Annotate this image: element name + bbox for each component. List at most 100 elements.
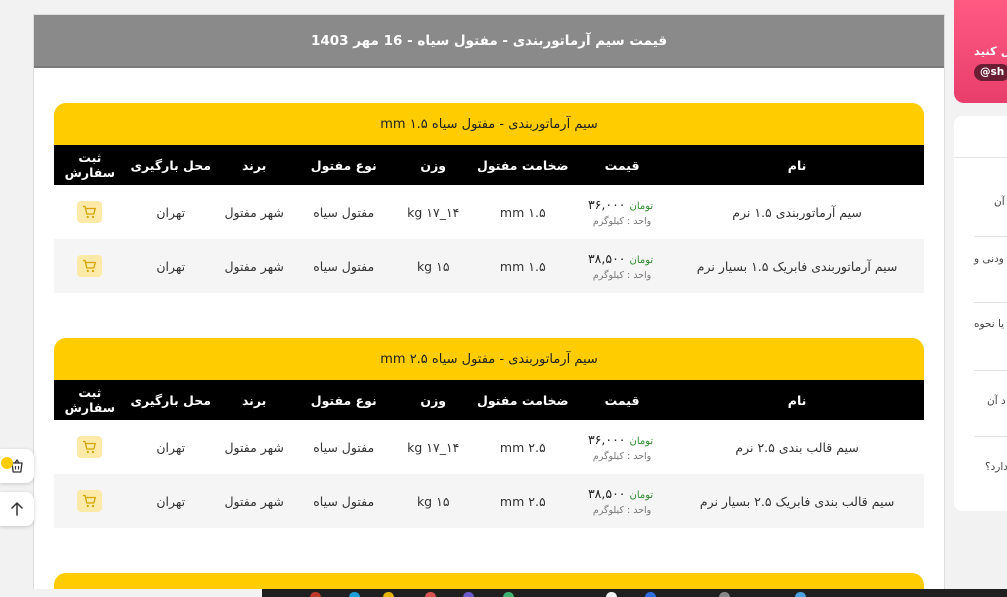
add-to-cart-button[interactable]: [77, 255, 103, 277]
basket-button[interactable]: [0, 449, 34, 483]
faq-item[interactable]: یا نحوه: [954, 318, 1007, 330]
add-to-cart-button[interactable]: [77, 490, 103, 512]
taskbar-app-icon[interactable]: [349, 592, 360, 597]
price-table: نام قیمت ضخامت مفتول وزن نوع مفتول برند …: [54, 145, 924, 293]
price-value: ۳۶,۰۰۰: [587, 432, 626, 447]
taskbar-app-icon[interactable]: [463, 592, 474, 597]
col-location: محل بارگیری: [125, 380, 216, 420]
page: قیمت سیم آرماتوربندی - مفتول سیاه - 16 م…: [0, 0, 1007, 597]
order-cell: [54, 239, 126, 293]
weight: ۱۴_۱۷ kg: [407, 204, 460, 220]
cart-icon: [83, 205, 97, 219]
thickness: ۱.۵ mm: [499, 204, 546, 220]
price-unit: واحد : کیلوگرم: [592, 451, 652, 462]
taskbar-app-icon[interactable]: [606, 592, 617, 597]
arrow-up-icon: [11, 502, 23, 516]
faq-item[interactable]: د آن: [954, 395, 1007, 407]
price-currency: تومان: [629, 436, 654, 447]
promo-text: ال کنید: [974, 44, 1007, 58]
divider: [974, 302, 1007, 303]
price-unit: واحد : کیلوگرم: [592, 505, 652, 516]
col-weight: وزن: [394, 380, 472, 420]
col-price: قیمت: [573, 380, 671, 420]
price-value: ۳۸,۵۰۰: [587, 486, 626, 501]
table-title: سیم آرماتوربندی - مفتول سیاه ۱.۵ mm: [54, 103, 924, 145]
thickness: ۱.۵ mm: [471, 239, 574, 293]
price-currency: تومان: [629, 490, 654, 501]
taskbar-app-icon[interactable]: [425, 592, 436, 597]
location: تهران: [125, 474, 216, 528]
taskbar-search-area[interactable]: [0, 589, 262, 597]
order-cell: [54, 420, 126, 474]
price-cell: تومان ۳۸,۵۰۰ واحد : کیلوگرم: [573, 239, 671, 293]
page-title: قیمت سیم آرماتوربندی - مفتول سیاه - 16 م…: [34, 15, 944, 68]
wire-type: مفتول سیاه: [292, 239, 395, 293]
col-brand: برند: [215, 380, 293, 420]
col-order: ثبت سفارش: [54, 380, 126, 420]
price-unit: واحد : کیلوگرم: [592, 216, 652, 227]
price-value: ۳۶,۰۰۰: [587, 197, 626, 212]
price-unit: واحد : کیلوگرم: [592, 270, 652, 281]
order-cell: [54, 185, 126, 239]
taskbar-app-icon[interactable]: [645, 592, 656, 597]
add-to-cart-button[interactable]: [77, 436, 103, 458]
scroll-top-button[interactable]: [0, 492, 34, 526]
price-table-1: سیم آرماتوربندی - مفتول سیاه ۱.۵ mm نام …: [54, 103, 924, 293]
divider: [974, 436, 1007, 437]
col-price: قیمت: [573, 145, 671, 185]
weight: ۱۵ kg: [394, 474, 472, 528]
cart-icon: [83, 494, 97, 508]
product-name: سیم قالب بندی ۲.۵ نرم: [735, 439, 859, 455]
col-name: نام: [670, 145, 924, 185]
wire-type: مفتول سیاه: [313, 204, 375, 220]
brand: شهر مفتول: [224, 204, 284, 220]
col-weight: وزن: [394, 145, 472, 185]
product-name: سیم آرماتوربندی ۱.۵ نرم: [732, 204, 862, 220]
thickness: ۲.۵ mm: [471, 474, 574, 528]
table-row: سیم آرماتوربندی ۱.۵ نرم تومان ۳۶,۰۰۰ واح…: [54, 185, 924, 239]
price-cell: تومان ۳۶,۰۰۰ واحد : کیلوگرم: [574, 185, 670, 239]
brand: شهر مفتول: [215, 239, 293, 293]
price-cell: تومان ۳۶,۰۰۰ واحد : کیلوگرم: [574, 420, 670, 474]
faq-item[interactable]: آن: [954, 196, 1007, 208]
taskbar-app-icon[interactable]: [795, 592, 806, 597]
taskbar-app-icon[interactable]: [310, 592, 321, 597]
location: تهران: [156, 439, 186, 455]
location: تهران: [156, 204, 186, 220]
promo-handle: @sh: [974, 64, 1007, 81]
taskbar-app-icon[interactable]: [719, 592, 730, 597]
taskbar-app-icon[interactable]: [383, 592, 394, 597]
add-to-cart-button[interactable]: [77, 201, 103, 223]
col-order: ثبت سفارش: [54, 145, 126, 185]
location: تهران: [125, 239, 216, 293]
faq-item[interactable]: دارد؟: [954, 461, 1007, 473]
faq-header: [954, 116, 1007, 158]
wire-type: مفتول سیاه: [313, 439, 375, 455]
price-card: قیمت سیم آرماتوربندی - مفتول سیاه - 16 م…: [33, 14, 945, 597]
table-header-row: نام قیمت ضخامت مفتول وزن نوع مفتول برند …: [54, 380, 924, 420]
col-location: محل بارگیری: [125, 145, 216, 185]
col-name: نام: [670, 380, 924, 420]
divider: [974, 236, 1007, 237]
brand: شهر مفتول: [224, 439, 284, 455]
order-cell: [54, 474, 126, 528]
price-table: نام قیمت ضخامت مفتول وزن نوع مفتول برند …: [54, 380, 924, 528]
cart-icon: [83, 259, 97, 273]
price-currency: تومان: [629, 201, 654, 212]
faq-item[interactable]: ودنی و: [954, 253, 1007, 265]
table-row: سیم قالب بندی فابریک ۲.۵ بسیار نرم تومان…: [54, 474, 924, 528]
col-type: نوع مفتول: [292, 145, 395, 185]
price-table-2: سیم آرماتوربندی - مفتول سیاه ۲.۵ mm نام …: [54, 338, 924, 528]
price-currency: تومان: [629, 255, 654, 266]
taskbar-app-icon[interactable]: [503, 592, 514, 597]
weight: ۱۴_۱۷ kg: [407, 439, 460, 455]
col-thickness: ضخامت مفتول: [471, 380, 574, 420]
table-row: سیم آرماتوربندی فابریک ۱.۵ بسیار نرم توم…: [54, 239, 924, 293]
price-value: ۳۸,۵۰۰: [587, 251, 626, 266]
price-cell: تومان ۳۸,۵۰۰ واحد : کیلوگرم: [573, 474, 671, 528]
col-type: نوع مفتول: [292, 380, 395, 420]
thickness: ۲.۵ mm: [499, 439, 546, 455]
cart-icon: [83, 440, 97, 454]
promo-banner[interactable]: ال کنید @sh: [954, 0, 1007, 103]
brand: شهر مفتول: [215, 474, 293, 528]
